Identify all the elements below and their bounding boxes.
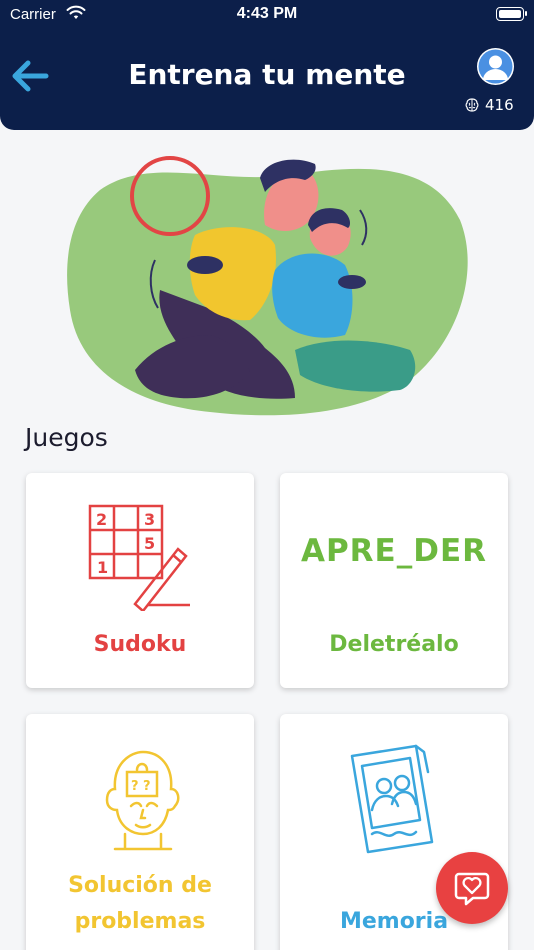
user-avatar-icon[interactable] (477, 48, 514, 85)
brain-icon (465, 98, 479, 112)
svg-text:1: 1 (97, 558, 108, 577)
apre-der-graphic: APRE_DER (280, 533, 508, 569)
photo-memory-icon (280, 744, 508, 854)
feedback-fab-button[interactable] (436, 852, 508, 924)
game-card-deletrealo[interactable]: APRE_DER Deletréalo (280, 473, 508, 688)
svg-text:?: ? (131, 779, 139, 794)
apre-der-text: APRE_DER (300, 533, 488, 569)
status-time: 4:43 PM (236, 5, 298, 22)
sudoku-grid-icon: 2 3 5 1 (26, 501, 254, 611)
game-label-deletrealo: Deletréalo (280, 627, 508, 663)
memoria-label-text: Memoria (339, 909, 449, 934)
page-title: Entrena tu mente (128, 58, 406, 91)
head-puzzle-icon: ?? (26, 744, 254, 854)
hero-illustration (67, 156, 468, 416)
solucion-label-line2: problemas (74, 909, 206, 934)
battery-icon (496, 7, 527, 21)
points-counter: 416 (464, 96, 514, 114)
svg-text:2: 2 (96, 510, 107, 529)
app-header: Carrier 4:43 PM Entrena tu mente 416 (0, 0, 534, 130)
game-label-solucion: Solución de problemas (26, 868, 254, 940)
svg-text:3: 3 (144, 510, 155, 529)
games-section-title: Juegos (25, 423, 108, 452)
svg-text:5: 5 (144, 534, 155, 553)
game-card-solucion-de-problemas[interactable]: ?? Solución de problemas (26, 714, 254, 950)
game-card-sudoku[interactable]: 2 3 5 1 Sudoku (26, 473, 254, 688)
status-bar: Carrier 4:43 PM (0, 0, 534, 30)
svg-text:?: ? (143, 779, 151, 794)
game-label-sudoku: Sudoku (26, 627, 254, 663)
deletrealo-label-text: Deletréalo (329, 632, 459, 657)
heart-chat-icon (454, 872, 490, 906)
points-value: 416 (485, 96, 514, 114)
solucion-label-line1: Solución de (68, 873, 212, 898)
sudoku-label-text: Sudoku (93, 632, 187, 657)
